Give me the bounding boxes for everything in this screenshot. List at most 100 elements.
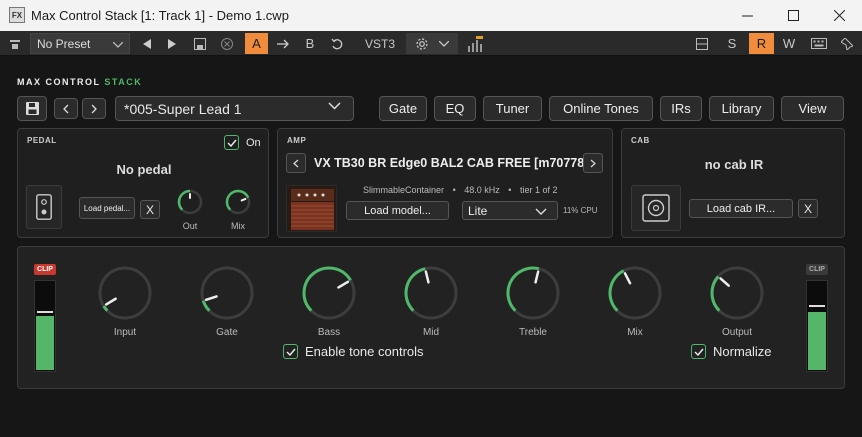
pedal-status: No pedal bbox=[116, 162, 172, 177]
chevron-left-icon bbox=[293, 159, 299, 167]
next-preset-button[interactable] bbox=[163, 33, 181, 54]
knob-mix[interactable] bbox=[606, 264, 664, 322]
close-button[interactable] bbox=[816, 0, 862, 31]
eq-button[interactable]: EQ bbox=[434, 96, 476, 121]
app-icon: FX bbox=[9, 7, 25, 23]
ab-copy-button[interactable] bbox=[274, 33, 292, 54]
knob-output-label: Output bbox=[721, 327, 753, 338]
layout-button[interactable] bbox=[693, 33, 711, 54]
checkmark-icon bbox=[694, 348, 704, 356]
level-bars-icon bbox=[468, 35, 483, 52]
gate-button[interactable]: Gate bbox=[379, 96, 427, 121]
online-tones-button[interactable]: Online Tones bbox=[549, 96, 653, 121]
pedal-mix-label: Mix bbox=[231, 221, 245, 231]
maximize-button[interactable] bbox=[770, 0, 816, 31]
enable-tone-label: Enable tone controls bbox=[305, 344, 424, 359]
knob-mid-pointer bbox=[424, 270, 430, 284]
pedal-thumbnail bbox=[26, 185, 62, 229]
window-title: Max Control Stack [1: Track 1] - Demo 1.… bbox=[31, 8, 289, 23]
knob-gate[interactable] bbox=[198, 264, 256, 322]
pedal-out-knob[interactable] bbox=[176, 188, 204, 216]
sidechain-button[interactable]: S bbox=[722, 33, 742, 54]
pedal-on-checkbox[interactable] bbox=[224, 135, 239, 150]
pedal-on-label: On bbox=[246, 136, 261, 149]
amp-container: SlimmableContainer bbox=[363, 185, 445, 195]
amp-sample-rate: 48.0 kHz bbox=[464, 185, 500, 195]
bypass-meter-icon[interactable] bbox=[465, 33, 487, 54]
enable-tone-toggle[interactable]: Enable tone controls bbox=[283, 344, 424, 359]
amp-next-button[interactable] bbox=[583, 153, 603, 173]
amp-label: AMP bbox=[287, 136, 307, 145]
pin-button[interactable] bbox=[838, 33, 856, 54]
delete-preset-button[interactable] bbox=[218, 33, 236, 54]
keyboard-icon bbox=[811, 38, 827, 49]
plugin-settings-button[interactable] bbox=[406, 33, 458, 54]
amp-tier: tier 1 of 2 bbox=[519, 185, 558, 195]
knob-input-pointer bbox=[104, 297, 117, 306]
minimize-button[interactable] bbox=[724, 0, 770, 31]
minimize-icon bbox=[741, 15, 753, 17]
checkmark-icon bbox=[227, 139, 237, 147]
triangle-left-icon bbox=[143, 38, 151, 49]
normalize-checkbox[interactable] bbox=[691, 344, 706, 359]
save-preset-button[interactable] bbox=[191, 33, 209, 54]
chevron-right-icon bbox=[590, 159, 596, 167]
pedal-mix-knob[interactable] bbox=[224, 188, 252, 216]
maximize-icon bbox=[787, 10, 799, 21]
ab-a-button[interactable]: A bbox=[245, 33, 268, 54]
amp-info: SlimmableContainer • 48.0 kHz • tier 1 o… bbox=[363, 185, 557, 195]
host-preset-select[interactable]: No Preset bbox=[30, 33, 130, 54]
load-cab-ir-button[interactable]: Load cab IR... bbox=[689, 199, 793, 218]
cab-panel: CAB no cab IR Load cab IR... X bbox=[621, 128, 845, 238]
amp-panel: AMP VX TB30 BR Edge0 BAL2 CAB FREE [m707… bbox=[277, 128, 613, 238]
knob-mid[interactable] bbox=[402, 264, 460, 322]
cab-thumbnail bbox=[631, 185, 681, 231]
checkmark-icon bbox=[286, 348, 296, 356]
clear-pedal-button[interactable]: X bbox=[140, 200, 160, 219]
close-icon bbox=[833, 10, 845, 21]
knob-input[interactable] bbox=[96, 264, 154, 322]
knob-gate-label: Gate bbox=[216, 327, 238, 338]
gear-icon bbox=[416, 37, 428, 50]
load-pedal-button[interactable]: Load pedal... bbox=[79, 197, 135, 219]
save-button[interactable] bbox=[17, 96, 47, 121]
keyboard-button[interactable] bbox=[808, 33, 830, 54]
chevron-down-icon bbox=[439, 40, 449, 47]
output-clip-indicator: CLIP bbox=[806, 264, 828, 275]
undo-button[interactable] bbox=[328, 33, 346, 54]
write-automation-button[interactable]: W bbox=[779, 33, 799, 54]
load-model-button[interactable]: Load model... bbox=[346, 201, 449, 220]
clear-cab-button[interactable]: X bbox=[798, 199, 818, 218]
knob-gate-pointer bbox=[204, 295, 218, 302]
pedal-panel: PEDAL On No pedal Load pedal... X Out Mi… bbox=[17, 128, 269, 238]
amp-prev-button[interactable] bbox=[286, 153, 306, 173]
plugin-body: MAX CONTROL STACK *005-Super Lead 1 Gate… bbox=[0, 56, 862, 437]
library-button[interactable]: Library bbox=[709, 96, 774, 121]
irs-button[interactable]: IRs bbox=[660, 96, 702, 121]
pedal-label: PEDAL bbox=[27, 136, 57, 145]
prev-preset-button-2[interactable] bbox=[54, 98, 78, 119]
pedal-on-toggle[interactable]: On bbox=[224, 135, 261, 150]
knob-treble[interactable] bbox=[504, 264, 562, 322]
view-button[interactable]: View bbox=[781, 96, 844, 121]
knob-mix-label: Mix bbox=[627, 327, 643, 338]
prev-preset-button[interactable] bbox=[138, 33, 156, 54]
input-meter bbox=[34, 280, 56, 372]
host-menu-button[interactable] bbox=[6, 33, 24, 54]
input-meter-fill bbox=[36, 316, 54, 370]
knob-bass-label: Bass bbox=[317, 327, 341, 338]
triangle-right-icon bbox=[168, 38, 176, 49]
chevron-down-icon bbox=[328, 102, 341, 110]
ab-b-button[interactable]: B bbox=[300, 33, 320, 54]
preset-dropdown[interactable]: *005-Super Lead 1 bbox=[115, 96, 354, 121]
knob-output[interactable] bbox=[708, 264, 766, 322]
knob-bass-arc bbox=[302, 266, 352, 312]
next-preset-button-2[interactable] bbox=[82, 98, 106, 119]
amp-info-sep-2: • bbox=[508, 185, 512, 195]
enable-tone-checkbox[interactable] bbox=[283, 344, 298, 359]
normalize-toggle[interactable]: Normalize bbox=[691, 344, 772, 359]
tuner-button[interactable]: Tuner bbox=[483, 96, 542, 121]
quality-select[interactable]: Lite bbox=[462, 201, 558, 220]
read-automation-button[interactable]: R bbox=[749, 33, 774, 54]
knob-bass[interactable] bbox=[300, 264, 358, 322]
